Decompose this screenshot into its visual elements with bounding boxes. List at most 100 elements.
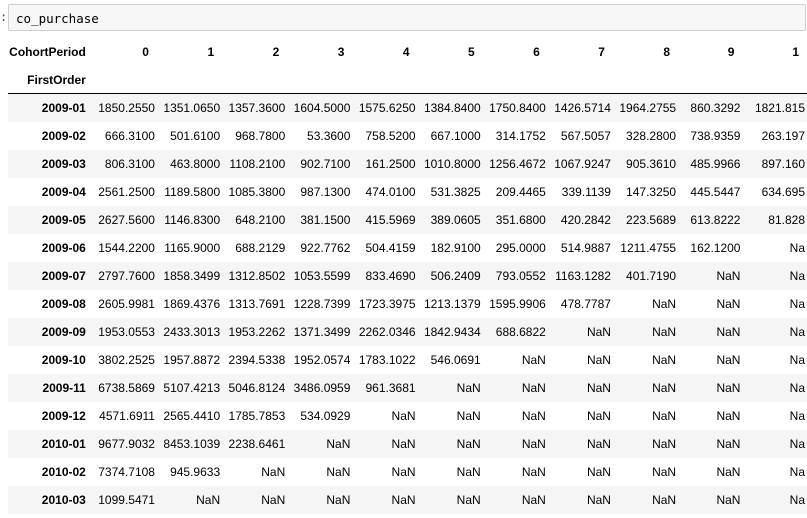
table-cell: Na bbox=[789, 352, 805, 367]
table-body: 2009-01 1850.2550 1351.0650 1357.3600 1604.5… bbox=[8, 93, 807, 514]
code-text: co_purchase bbox=[16, 11, 99, 26]
table-cell: 182.9100 bbox=[430, 240, 481, 255]
row-index-label: 2009-06 bbox=[41, 240, 86, 255]
table-cell: 567.5057 bbox=[560, 128, 611, 143]
row-index-label: 2009-02 bbox=[41, 128, 86, 143]
table-cell: 485.9966 bbox=[690, 156, 741, 171]
table-cell: NaN bbox=[652, 296, 677, 311]
table-cell: NaN bbox=[521, 380, 546, 395]
table-cell: 1750.8400 bbox=[482, 93, 548, 122]
table-cell: 5046.8124 bbox=[228, 380, 286, 395]
table-cell: NaN bbox=[652, 408, 677, 423]
table-cell: 1312.8502 bbox=[228, 268, 286, 283]
table-cell: 1010.8000 bbox=[423, 156, 481, 171]
column-header-row: CohortPeriod 0 1 2 3 4 5 6 7 8 9 1 bbox=[8, 38, 807, 66]
table-cell: 339.1139 bbox=[561, 184, 611, 199]
table-cell: 613.8222 bbox=[690, 212, 741, 227]
column-header: 1 bbox=[792, 45, 799, 59]
table-cell: NaN bbox=[456, 436, 481, 451]
table-row: 2009-11 6738.5869 5107.4213 5046.8124 3486.0… bbox=[8, 373, 807, 402]
column-header: 9 bbox=[727, 45, 735, 59]
table-row: 2009-03 806.3100 463.8000 1108.2100 902.7100… bbox=[8, 149, 807, 178]
table-cell: NaN bbox=[716, 268, 741, 283]
row-index-label: 2009-05 bbox=[41, 212, 86, 227]
table-cell: 833.4690 bbox=[365, 268, 416, 283]
table-cell: Na bbox=[789, 492, 805, 507]
table-cell: NaN bbox=[456, 492, 481, 507]
table-cell: 758.5200 bbox=[365, 128, 416, 143]
row-index-label: 2009-01 bbox=[8, 93, 92, 122]
table-cell: NaN bbox=[261, 492, 286, 507]
table-cell: NaN bbox=[391, 492, 416, 507]
table-cell: 9677.9032 bbox=[98, 436, 155, 451]
table-cell: 1953.0553 bbox=[98, 324, 155, 339]
table-cell: 688.2129 bbox=[235, 240, 286, 255]
table-cell: 987.1300 bbox=[300, 184, 351, 199]
table-cell: 1146.8300 bbox=[164, 212, 221, 227]
column-header: 4 bbox=[402, 45, 410, 59]
table-cell: 381.1500 bbox=[300, 212, 351, 227]
table-cell: 961.3681 bbox=[365, 380, 416, 395]
code-cell-input[interactable]: co_purchase bbox=[8, 4, 806, 31]
table-cell: 1099.5471 bbox=[98, 492, 155, 507]
table-cell: 968.7800 bbox=[235, 128, 286, 143]
table-cell: NaN bbox=[586, 464, 611, 479]
table-cell: NaN bbox=[196, 492, 221, 507]
table-cell: NaN bbox=[716, 296, 741, 311]
table-cell: 1357.3600 bbox=[222, 93, 288, 122]
table-cell: 7374.7108 bbox=[98, 464, 155, 479]
dataframe-output: CohortPeriod 0 1 2 3 4 5 6 7 8 9 1 FirstOrder 2009… bbox=[8, 38, 807, 518]
table-cell: NaN bbox=[652, 492, 677, 507]
table-row: 2009-08 2605.9981 1869.4376 1313.7691 1228.7… bbox=[8, 290, 807, 318]
table-cell: NaN bbox=[521, 464, 546, 479]
table-cell: 478.7787 bbox=[560, 296, 611, 311]
column-header: 1 bbox=[207, 45, 215, 59]
table-cell: NaN bbox=[521, 492, 546, 507]
table-cell: NaN bbox=[326, 436, 351, 451]
table-cell: Na bbox=[789, 408, 805, 423]
table-cell: 53.3600 bbox=[307, 128, 351, 143]
table-cell: NaN bbox=[716, 464, 741, 479]
table-cell: 501.6100 bbox=[170, 128, 221, 143]
table-cell: 667.1000 bbox=[430, 128, 481, 143]
row-index-label: 2010-03 bbox=[41, 492, 86, 507]
table-cell: 5107.4213 bbox=[163, 380, 221, 395]
table-cell: 897.160 bbox=[761, 156, 805, 171]
table-cell: 1842.9434 bbox=[423, 324, 481, 339]
table-cell: NaN bbox=[652, 324, 677, 339]
table-row: 2009-06 1544.2200 1165.9000 688.2129 922.776… bbox=[8, 234, 807, 262]
table-cell: 688.6822 bbox=[495, 324, 546, 339]
table-cell: 1163.1282 bbox=[555, 268, 611, 283]
table-cell: NaN bbox=[716, 436, 741, 451]
table-cell: 1108.2100 bbox=[229, 156, 286, 171]
table-row: 2009-01 1850.2550 1351.0650 1357.3600 1604.5… bbox=[8, 93, 807, 122]
table-cell: 8453.1039 bbox=[163, 436, 221, 451]
table-cell: NaN bbox=[391, 464, 416, 479]
table-cell: 806.3100 bbox=[104, 156, 155, 171]
row-index-label: 2009-10 bbox=[41, 352, 86, 367]
row-index-label: 2009-04 bbox=[41, 184, 86, 199]
table-cell: 1053.5599 bbox=[293, 268, 351, 283]
table-cell: 738.9359 bbox=[690, 128, 741, 143]
table-row: 2010-03 1099.5471 NaN NaN NaN NaN NaN NaN NaN NaN… bbox=[8, 485, 807, 514]
table-cell: NaN bbox=[391, 408, 416, 423]
table-cell: 945.9633 bbox=[170, 464, 221, 479]
row-index-label: 2009-12 bbox=[41, 408, 86, 423]
table-cell: 389.0605 bbox=[430, 212, 481, 227]
table-cell: NaN bbox=[652, 380, 677, 395]
table-cell: 1371.3499 bbox=[293, 324, 351, 339]
table-cell: NaN bbox=[716, 352, 741, 367]
table-cell: NaN bbox=[586, 492, 611, 507]
table-cell: NaN bbox=[391, 436, 416, 451]
table-cell: 1165.9000 bbox=[164, 240, 221, 255]
table-cell: NaN bbox=[652, 464, 677, 479]
table-row: 2010-01 9677.9032 8453.1039 2238.6461 NaN NaN… bbox=[8, 429, 807, 458]
table-cell: 162.1200 bbox=[690, 240, 741, 255]
table-cell: 1952.0574 bbox=[293, 352, 351, 367]
table-cell: NaN bbox=[716, 408, 741, 423]
table-cell: 2394.5338 bbox=[228, 352, 286, 367]
table-cell: 161.2500 bbox=[365, 156, 416, 171]
row-index-label: 2010-01 bbox=[41, 436, 86, 451]
table-cell: 1313.7691 bbox=[228, 296, 286, 311]
columns-name-label: CohortPeriod bbox=[9, 45, 86, 59]
